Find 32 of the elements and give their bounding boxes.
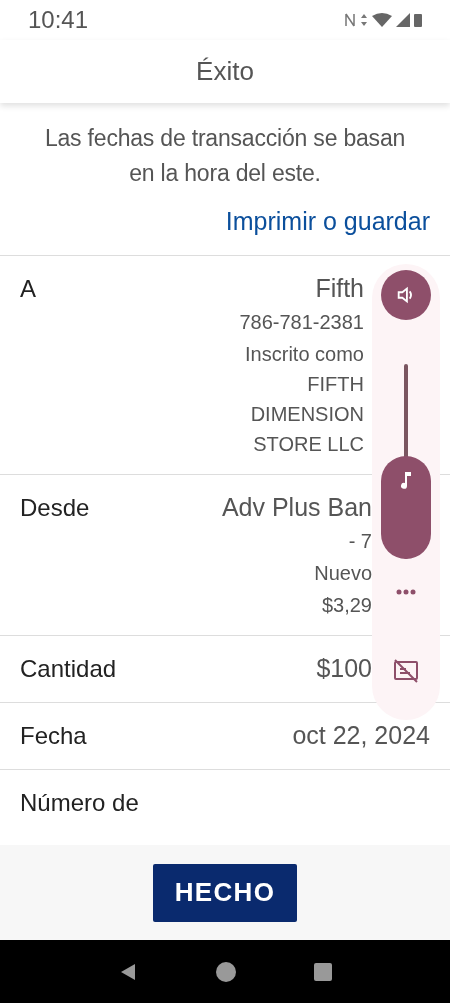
detail-subtext: Nuevo: [314, 560, 372, 586]
detail-value: $100: [316, 652, 372, 684]
detail-label: Cantidad: [20, 653, 117, 684]
detail-label: Fecha: [20, 720, 87, 751]
nfc-icon: [344, 12, 356, 28]
wifi-icon: [372, 13, 392, 27]
captions-off-icon[interactable]: [393, 659, 419, 683]
status-time: 10:41: [28, 5, 89, 35]
data-arrows-icon: [360, 13, 368, 27]
detail-subtext: 786-781-2381: [239, 309, 364, 335]
home-icon[interactable]: [215, 960, 237, 983]
detail-label: A: [20, 273, 36, 304]
detail-subtext: - 7: [348, 528, 372, 554]
done-button[interactable]: HECHO: [153, 863, 297, 922]
detail-subtext: $3,29: [321, 592, 372, 618]
detail-label: Desde: [20, 492, 90, 523]
info-text: Las fechas de transacción se basan en la hora del este.: [43, 124, 407, 188]
recents-icon[interactable]: [313, 962, 332, 981]
slider-thumb[interactable]: [381, 455, 431, 559]
print-link[interactable]: Imprimir o guardar: [225, 203, 430, 241]
more-icon[interactable]: [396, 589, 416, 595]
music-note-icon: [399, 469, 413, 490]
page-title: Éxito: [196, 55, 254, 88]
detail-subtext: Inscrito como FIFTH DIMENSION STORE LLC: [244, 341, 364, 457]
detail-value: oct 22, 2024: [292, 719, 430, 751]
battery-icon: [414, 13, 422, 27]
detail-value: Adv Plus Ban: [221, 491, 372, 523]
detail-label: Número de: [20, 787, 139, 818]
detail-value: Fifth: [315, 272, 364, 304]
volume-icon[interactable]: [381, 270, 431, 320]
signal-icon: [396, 13, 410, 27]
volume-slider[interactable]: [381, 364, 431, 559]
